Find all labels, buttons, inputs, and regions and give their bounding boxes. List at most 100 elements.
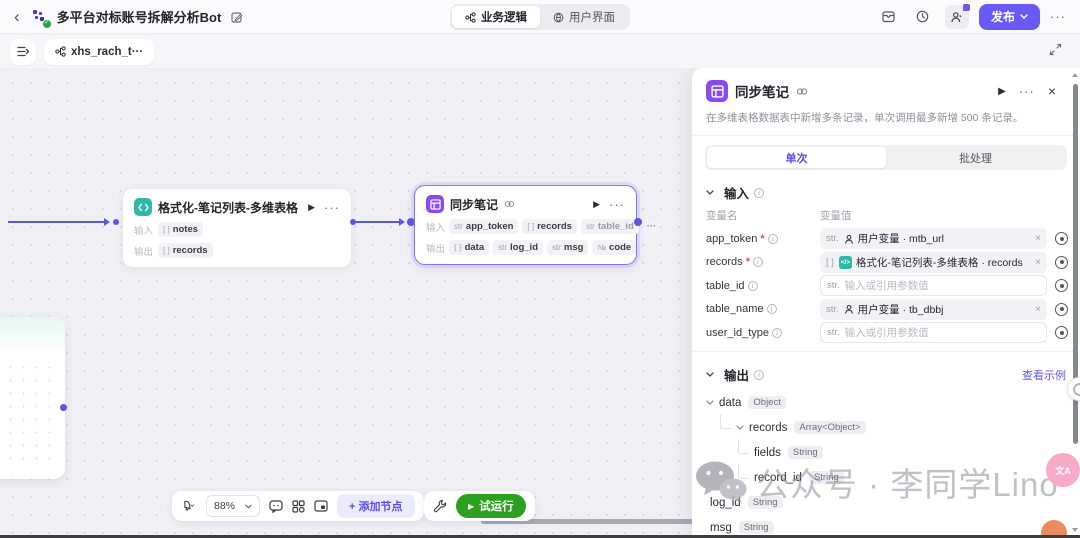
reference-select-icon[interactable] [1055, 279, 1068, 292]
node1-output-port[interactable] [350, 219, 356, 225]
info-icon: i [772, 327, 782, 338]
value-input[interactable]: str. 用户变量 · tb_dbbj × [820, 298, 1047, 320]
param-chip[interactable]: { } data [449, 240, 490, 255]
flow-icon [55, 46, 66, 57]
tab-batch[interactable]: 批处理 [886, 147, 1065, 168]
run-node-icon[interactable]: ▶ [308, 202, 315, 213]
view-example-link[interactable]: 查看示例 [1022, 367, 1066, 383]
zoom-level-value: 88% [214, 500, 236, 512]
tree-guide [738, 463, 749, 479]
node1-input-port[interactable] [113, 219, 119, 225]
node2-output-port[interactable] [634, 218, 642, 226]
auto-layout-icon[interactable] [292, 499, 305, 513]
value-input[interactable]: str. 用户变量 · mtb_url × [820, 228, 1047, 249]
collapse-icon[interactable] [706, 372, 714, 377]
edge-wire [8, 221, 104, 223]
user-variable-icon [844, 304, 853, 314]
node-title: 格式化-笔记列表-多维表格 [158, 200, 298, 215]
clear-value-icon[interactable]: × [1035, 233, 1041, 244]
pointer-mode-icon[interactable] [181, 500, 197, 513]
workflow-tab[interactable]: xhs_rach_t··· [44, 38, 155, 65]
node-input-label: 输入 [134, 225, 154, 237]
output-tree-row[interactable]: records Array<Object> [692, 413, 1080, 440]
minimap-icon[interactable] [314, 500, 328, 512]
collapse-icon[interactable] [706, 190, 714, 195]
more-params-chip[interactable]: ··· [642, 219, 661, 234]
scroll-down-arrow[interactable] [1072, 528, 1078, 532]
node-sync-notes[interactable]: 同步笔记 ▶ ··· 输入 str app_token [ ] records st… [414, 185, 661, 265]
output-tree-row[interactable]: data Object [692, 390, 1080, 415]
back-button[interactable]: ‹ [14, 8, 20, 25]
page-title: 多平台对标账号拆解分析Bot [56, 10, 222, 25]
edit-title-icon[interactable] [231, 11, 243, 23]
value-input[interactable]: str. 输入或引用参数值 [820, 275, 1047, 296]
mode-tabs: 单次 批处理 [705, 145, 1067, 170]
zoom-level-select[interactable]: 88% [206, 495, 261, 517]
close-panel-icon[interactable]: × [1048, 83, 1056, 99]
param-chip[interactable]: str app_token [449, 219, 519, 234]
edge-arrow [104, 218, 110, 226]
translate-fab[interactable]: 文A [1046, 453, 1080, 487]
link-icon[interactable] [796, 87, 808, 96]
tab-user-interface[interactable]: 用户界面 [540, 6, 628, 28]
input-row-user-id-type: user_id_type i str. 输入或引用参数值 [692, 322, 1080, 343]
param-chip[interactable]: str msg [547, 240, 589, 255]
reference-select-icon[interactable] [1055, 326, 1068, 339]
info-icon: i [766, 304, 777, 314]
partial-node-port[interactable] [60, 404, 67, 411]
panel-more-icon[interactable]: ··· [1019, 84, 1035, 99]
fullscreen-icon[interactable] [1049, 43, 1062, 56]
reference-select-icon[interactable] [1055, 302, 1068, 316]
add-node-button[interactable]: + 添加节点 [337, 494, 415, 518]
tab-business-logic[interactable]: 业务逻辑 [452, 6, 540, 28]
param-chip[interactable]: № code [592, 240, 637, 255]
workflow-tab-bar: xhs_rach_t··· [0, 35, 1080, 68]
collapse-icon[interactable] [736, 425, 744, 430]
scroll-up-arrow[interactable] [1072, 73, 1078, 77]
reference-select-icon[interactable] [1055, 232, 1068, 245]
node-more-icon[interactable]: ··· [324, 200, 340, 215]
node-config-panel: 同步笔记 ▶ ··· × 在多维表格数据表中新增多条记录，单次调用最多新增 50… [692, 68, 1080, 538]
bot-avatar: ✓ [30, 7, 52, 29]
comment-icon[interactable] [269, 499, 283, 513]
param-chip[interactable]: [ ] records [522, 219, 577, 234]
param-chip[interactable]: str log_id [493, 240, 544, 255]
collapse-icon[interactable] [706, 400, 714, 405]
value-input[interactable]: [ ] </> 格式化-笔记列表-多维表格 · records × [820, 251, 1047, 273]
tab-single[interactable]: 单次 [707, 147, 886, 168]
publish-label: 发布 [990, 10, 1015, 24]
value-input[interactable]: str. 输入或引用参数值 [820, 322, 1047, 343]
clear-value-icon[interactable]: × [1035, 304, 1041, 315]
param-chip[interactable]: str table_id [580, 219, 639, 234]
test-run-label: 试运行 [479, 501, 514, 513]
history-icon[interactable] [911, 5, 935, 29]
collaborators-icon[interactable] [944, 3, 970, 29]
test-run-button[interactable]: ▶ 试运行 [456, 494, 526, 518]
param-chip[interactable]: [ ] notes [158, 222, 204, 237]
edge-wire [356, 221, 400, 223]
tree-guide [720, 413, 731, 429]
more-menu-icon[interactable]: ··· [1050, 9, 1066, 24]
table-node-icon [706, 80, 728, 102]
partial-node[interactable] [0, 317, 65, 479]
output-tree-row[interactable]: fields String [692, 438, 1080, 465]
input-row-app-token: app_token * i str. 用户变量 · mtb_url × [692, 228, 1080, 249]
open-sidebar-icon[interactable] [10, 38, 36, 65]
node-format-note-list[interactable]: 格式化-笔记列表-多维表格 ▶ ··· 输入 [ ] notes 输出 [ ] re… [122, 188, 352, 268]
run-node-icon[interactable]: ▶ [998, 86, 1006, 97]
output-tree-row[interactable]: record_id String [692, 463, 1080, 490]
resource-box-icon[interactable] [877, 5, 901, 29]
publish-button[interactable]: 发布 [978, 3, 1040, 30]
clear-value-icon[interactable]: × [1035, 257, 1041, 268]
panel-description: 在多维表格数据表中新增多条记录，单次调用最多新增 500 条记录。 [706, 112, 1024, 124]
output-tree-row[interactable]: log_id String [692, 490, 1080, 515]
run-node-icon[interactable]: ▶ [593, 199, 600, 210]
debug-tools-icon[interactable] [433, 499, 447, 513]
table-node-icon [426, 195, 444, 213]
reference-select-icon[interactable] [1055, 255, 1068, 269]
param-chip[interactable]: [ ] records [158, 243, 213, 258]
edge-arrow [399, 218, 405, 226]
node-more-icon[interactable]: ··· [609, 197, 625, 212]
top-bar: ‹ ✓ 多平台对标账号拆解分析Bot 业务逻辑 用户界面 发布 ··· [0, 0, 1080, 34]
play-icon: ▶ [468, 501, 475, 511]
